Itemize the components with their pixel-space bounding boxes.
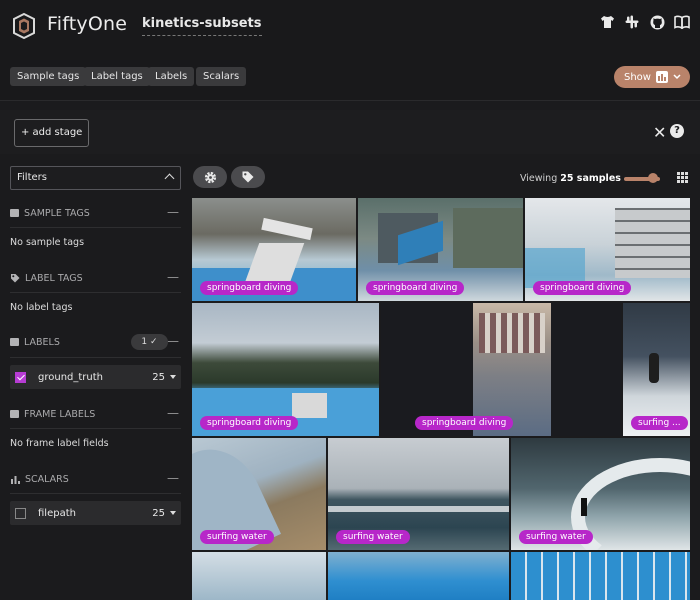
collapse-icon[interactable]: — [167,334,179,348]
field-name: ground_truth [38,371,104,383]
frame-labels-empty: No frame label fields [10,438,109,449]
divider [10,493,181,494]
classification-label: springboard diving [200,416,299,430]
help-icon[interactable]: ? [670,124,684,138]
sample-tile[interactable] [511,552,690,600]
sample-tile[interactable]: springboard diving [381,303,621,436]
field-checkbox[interactable] [15,371,26,383]
sample-tile[interactable]: surfing water [192,438,326,550]
gear-icon [204,171,216,183]
tag-icon [242,171,254,183]
sample-tags-section-header[interactable]: SAMPLE TAGS — [10,204,181,222]
github-icon[interactable] [649,14,665,30]
sample-tile[interactable]: surfing water [328,438,509,550]
classification-label: springboard diving [415,416,514,430]
frame-labels-title: FRAME LABELS [24,408,96,420]
show-label: Show [624,71,651,83]
classification-label: springboard diving [200,281,299,295]
field-count: 25 [152,371,165,383]
scalars-button[interactable]: Scalars [196,67,247,86]
clear-stages-icon[interactable]: ✕ [653,123,666,142]
app-title: FiftyOne [47,13,128,35]
sample-tile[interactable]: springboard diving [192,198,356,301]
classification-label: springboard diving [533,281,632,295]
classification-label: surfing water [336,530,410,544]
viewing-count: 25 samples [560,173,621,184]
scalars-title: SCALARS [25,473,69,485]
labels-button[interactable]: Labels [148,67,195,86]
slack-icon[interactable] [624,14,640,30]
bar-chart-icon [11,475,20,484]
scalar-field-filepath[interactable]: filepath 25 [10,501,181,525]
sample-tile[interactable]: surfing ... [623,303,690,436]
book-icon[interactable] [674,14,690,30]
grid-view-icon[interactable] [677,172,688,183]
labels-title: LABELS [24,336,60,348]
frame-labels-section-header[interactable]: FRAME LABELS — [10,405,181,423]
viewing-prefix: Viewing [520,173,561,184]
caret-down-icon[interactable] [170,511,176,515]
bar-chart-icon [655,71,668,83]
dataset-selector[interactable]: kinetics-subsets [142,16,262,36]
video-frame-icon [10,410,19,418]
sample-tags-button[interactable]: Sample tags [10,67,87,86]
classification-label: surfing water [200,530,274,544]
collapse-icon[interactable]: — [167,471,179,485]
chevron-up-icon [164,173,175,184]
field-checkbox[interactable] [15,507,26,519]
fiftyone-logo-icon [13,12,35,40]
sample-tags-empty: No sample tags [10,237,85,248]
zoom-slider-thumb[interactable] [648,173,658,183]
collapse-icon[interactable]: — [167,205,179,219]
label-tags-empty: No label tags [10,302,73,313]
t-shirt-icon[interactable] [599,14,615,30]
sample-tile[interactable]: springboard diving [525,198,690,301]
sample-tile[interactable]: surfing water [511,438,690,550]
scalars-section-header[interactable]: SCALARS — [10,470,181,488]
caret-down-icon[interactable] [170,375,176,379]
filters-label: Filters [17,172,47,183]
divider [10,357,181,358]
add-stage-button[interactable]: + add stage [14,119,90,147]
labels-count-badge[interactable]: 1 ✓ [131,334,168,350]
show-button[interactable]: Show [614,66,690,88]
field-count: 25 [152,507,165,519]
sample-tile[interactable]: springboard diving [192,303,379,436]
header-icon-bar [599,14,690,30]
view-stage-bar [0,110,700,154]
viewing-count-text: Viewing 25 samples [520,173,621,184]
collapse-icon[interactable]: — [167,270,179,284]
label-tags-title: LABEL TAGS [25,272,83,284]
label-tags-button[interactable]: Label tags [84,67,150,86]
label-field-ground-truth[interactable]: ground_truth 25 [10,365,181,389]
sample-tags-title: SAMPLE TAGS [24,207,90,219]
divider [10,227,181,228]
divider [10,292,181,293]
tag-icon [11,274,20,283]
filters-dropdown[interactable]: Filters [10,166,181,190]
sample-tile[interactable]: springboard diving [358,198,523,301]
chevron-down-icon [673,74,681,80]
divider [10,428,181,429]
tag-samples-button[interactable] [231,166,265,188]
settings-button[interactable] [193,166,227,188]
folder-icon [10,209,19,217]
classification-label: springboard diving [366,281,465,295]
collapse-icon[interactable]: — [167,406,179,420]
field-name: filepath [38,507,76,519]
sample-tile[interactable] [328,552,509,600]
sample-tile[interactable] [192,552,326,600]
classification-label: surfing ... [631,416,688,430]
classification-label: surfing water [519,530,593,544]
image-label-icon [10,338,19,346]
label-tags-section-header[interactable]: LABEL TAGS — [10,269,181,287]
